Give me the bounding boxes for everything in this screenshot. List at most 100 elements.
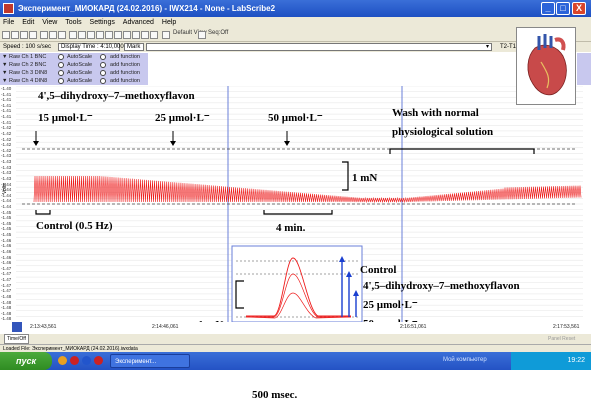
channel-row[interactable]: ▼ Raw Ch 3 DIN8 AutoScale add function bbox=[0, 69, 148, 77]
time-off-select[interactable]: Time/Off bbox=[4, 334, 29, 344]
settings-icon[interactable] bbox=[141, 31, 149, 39]
maximize-button[interactable]: □ bbox=[556, 2, 570, 15]
y-tick-label: -1.46 bbox=[1, 260, 12, 266]
quicklaunch-icon[interactable] bbox=[58, 356, 67, 365]
time-tick-4: 2:17:53,561 bbox=[553, 324, 580, 330]
quicklaunch-icon[interactable] bbox=[70, 356, 79, 365]
channel-settings-icon[interactable] bbox=[58, 62, 64, 68]
minimize-button[interactable]: _ bbox=[541, 2, 555, 15]
journal-icon[interactable] bbox=[132, 31, 140, 39]
function-icon[interactable] bbox=[100, 70, 106, 76]
marker-icon[interactable] bbox=[87, 31, 95, 39]
channel-expand-icon[interactable]: ▼ bbox=[2, 77, 7, 85]
y-tick-label: -1.40 bbox=[1, 86, 12, 91]
save-icon[interactable] bbox=[20, 31, 28, 39]
time-tick-2: 2:14:46,061 bbox=[152, 324, 179, 330]
dose1-label: 15 µmol·L⁻ bbox=[38, 112, 93, 124]
y-tick-label: -1.42 bbox=[1, 147, 12, 153]
channel-row[interactable]: ▼ Raw Ch 1 BNC AutoScale add function bbox=[0, 53, 148, 61]
y-tick-label: -1.44 bbox=[1, 192, 12, 198]
menu-edit[interactable]: Edit bbox=[19, 17, 37, 29]
copy-icon[interactable] bbox=[49, 31, 57, 39]
inset-time-label: 500 msec. bbox=[252, 389, 298, 401]
quicklaunch-icon[interactable] bbox=[82, 356, 91, 365]
y-tick-label: -1.42 bbox=[1, 136, 12, 142]
channel-settings-icon[interactable] bbox=[58, 54, 64, 60]
function-icon[interactable] bbox=[100, 78, 106, 84]
channel-expand-icon[interactable]: ▼ bbox=[2, 69, 7, 77]
dropdown-arrow-icon[interactable]: ▾ bbox=[486, 42, 489, 52]
channel-settings-icon[interactable] bbox=[58, 78, 64, 84]
function-icon[interactable] bbox=[100, 54, 106, 60]
mark-button[interactable]: Mark bbox=[124, 43, 144, 51]
time-axis: 2:13:43,561 2:14:46,061 2:16:51,061 2:17… bbox=[0, 322, 591, 334]
taskbar-item-experiment[interactable]: Эксперимент... bbox=[110, 354, 190, 368]
seq-icon[interactable] bbox=[198, 31, 206, 39]
menu-tools[interactable]: Tools bbox=[62, 17, 84, 29]
add-function-button[interactable]: add function bbox=[110, 53, 140, 61]
menu-help[interactable]: Help bbox=[159, 17, 179, 29]
menu-advanced[interactable]: Advanced bbox=[120, 17, 157, 29]
analysis-icon[interactable] bbox=[96, 31, 104, 39]
quicklaunch-icon[interactable] bbox=[94, 356, 103, 365]
zoom-icon[interactable] bbox=[69, 31, 77, 39]
panel-reset-button[interactable]: Panel Reset bbox=[548, 334, 575, 344]
my-computer-label[interactable]: Мой компьютер bbox=[443, 357, 487, 363]
y-tick-label: -1.48 bbox=[1, 305, 12, 311]
add-function-button[interactable]: add function bbox=[110, 77, 140, 85]
y-tick-label: -1.41 bbox=[1, 119, 12, 125]
y-tick-label: -1.47 bbox=[1, 288, 12, 294]
chart-icon[interactable] bbox=[105, 31, 113, 39]
window-titlebar: Эксперимент_МИОКАРД (24.02.2016) - IWX21… bbox=[0, 0, 591, 17]
scale-icon[interactable] bbox=[78, 31, 86, 39]
dose3-arrowhead bbox=[284, 141, 290, 146]
channel-row[interactable]: ▼ Raw Ch 2 BNC AutoScale add function bbox=[0, 61, 148, 69]
channel-expand-icon[interactable]: ▼ bbox=[2, 61, 7, 69]
channel-expand-icon[interactable]: ▼ bbox=[2, 53, 7, 61]
menu-view[interactable]: View bbox=[39, 17, 60, 29]
close-button[interactable]: X bbox=[572, 2, 586, 15]
function-icon[interactable] bbox=[100, 62, 106, 68]
t2-t1-readout: T2-T1 bbox=[500, 44, 517, 50]
menu-settings[interactable]: Settings bbox=[87, 17, 118, 29]
taskbar: пуск Эксперимент... Мой компьютер 19:22 bbox=[0, 352, 591, 370]
paste-icon[interactable] bbox=[58, 31, 66, 39]
y-tick-label: -1.47 bbox=[1, 282, 12, 288]
open-file-icon[interactable] bbox=[11, 31, 19, 39]
view-icon[interactable] bbox=[114, 31, 122, 39]
y-tick-label: -1.42 bbox=[1, 142, 12, 148]
autoscale-button[interactable]: AutoScale bbox=[67, 77, 92, 85]
window-title: Эксперимент_МИОКАРД (24.02.2016) - IWX21… bbox=[18, 4, 276, 13]
channel-name: Raw Ch 2 BNC bbox=[9, 62, 47, 68]
help-icon[interactable] bbox=[150, 31, 158, 39]
autoscale-button[interactable]: AutoScale bbox=[67, 69, 92, 77]
y-tick-label: -1.47 bbox=[1, 265, 12, 271]
print-icon[interactable] bbox=[29, 31, 37, 39]
display-time-field[interactable]: Display Time : 4:10,000 bbox=[58, 43, 124, 51]
menu-file[interactable]: File bbox=[0, 17, 17, 29]
add-function-button[interactable]: add function bbox=[110, 61, 140, 69]
channel-settings-icon[interactable] bbox=[58, 70, 64, 76]
new-file-icon[interactable] bbox=[2, 31, 10, 39]
add-function-button[interactable]: add function bbox=[110, 69, 140, 77]
cut-icon[interactable] bbox=[40, 31, 48, 39]
autoscale-button[interactable]: AutoScale bbox=[67, 61, 92, 69]
force-trace bbox=[33, 175, 582, 204]
default-view-icon[interactable] bbox=[162, 31, 170, 39]
channel-row[interactable]: ▼ Raw Ch 4 DIN8 AutoScale add function bbox=[0, 77, 148, 85]
mark-comment-input[interactable] bbox=[146, 43, 492, 51]
y-tick-label: -1.45 bbox=[1, 215, 12, 221]
compound-label: 4',5–dihydroxy–7–methoxyflavon bbox=[38, 90, 195, 102]
autoscale-button[interactable]: AutoScale bbox=[67, 53, 92, 61]
start-button[interactable]: пуск bbox=[0, 352, 52, 370]
y-axis: Volts -1.40 -1.41 -1.41 -1.41 -1.41 -1.41 -1.4… bbox=[0, 86, 16, 322]
channel-row-edge bbox=[577, 69, 591, 77]
xy-icon[interactable] bbox=[123, 31, 131, 39]
y-tick-label: -1.41 bbox=[1, 108, 12, 114]
time-scale-label: 4 min. bbox=[276, 222, 306, 234]
time-scroll-icon[interactable] bbox=[12, 322, 22, 332]
time-tick-1: 2:13:43,561 bbox=[30, 324, 57, 330]
seq-off-label[interactable]: Seq:Off bbox=[208, 30, 228, 36]
y-tick-label: -1.48 bbox=[1, 299, 12, 305]
y-tick-label: -1.46 bbox=[1, 248, 12, 254]
